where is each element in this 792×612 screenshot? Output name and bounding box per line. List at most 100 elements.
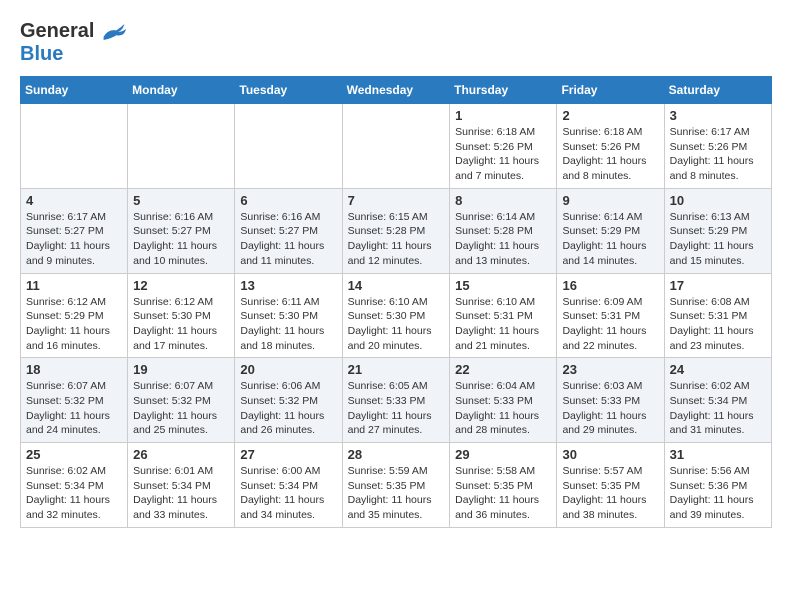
logo-text: General bbox=[20, 20, 126, 42]
column-header-thursday: Thursday bbox=[450, 77, 557, 104]
calendar-cell: 18Sunrise: 6:07 AM Sunset: 5:32 PM Dayli… bbox=[21, 358, 128, 443]
column-header-tuesday: Tuesday bbox=[235, 77, 342, 104]
day-number: 21 bbox=[348, 362, 445, 377]
day-info: Sunrise: 6:02 AM Sunset: 5:34 PM Dayligh… bbox=[26, 464, 122, 523]
day-info: Sunrise: 6:17 AM Sunset: 5:27 PM Dayligh… bbox=[26, 210, 122, 269]
calendar-cell: 11 Sunrise: 6:12 AM Sunset: 5:29 PM Dayli… bbox=[21, 273, 128, 358]
calendar-cell bbox=[128, 104, 235, 189]
day-number: 16 bbox=[562, 278, 658, 293]
day-info: Sunrise: 6:01 AM Sunset: 5:34 PM Dayligh… bbox=[133, 464, 229, 523]
calendar-cell bbox=[342, 104, 450, 189]
day-number: 1 bbox=[455, 108, 551, 123]
day-info: Sunrise: 6:07 AM Sunset: 5:32 PM Dayligh… bbox=[26, 379, 122, 438]
day-info: Sunrise: 6:11 AM Sunset: 5:30 PM Dayligh… bbox=[240, 295, 336, 354]
calendar-cell: 27 Sunrise: 6:00 AM Sunset: 5:34 PM Dayli… bbox=[235, 443, 342, 528]
day-info: Sunrise: 6:02 AM Sunset: 5:34 PM Dayligh… bbox=[670, 379, 766, 438]
day-number: 28 bbox=[348, 447, 445, 462]
day-number: 19 bbox=[133, 362, 229, 377]
day-number: 27 bbox=[240, 447, 336, 462]
calendar-cell bbox=[235, 104, 342, 189]
calendar-cell: 17 Sunrise: 6:08 AM Sunset: 5:31 PM Dayli… bbox=[664, 273, 771, 358]
day-number: 9 bbox=[562, 193, 658, 208]
calendar-cell: 1 Sunrise: 6:18 AM Sunset: 5:26 PM Daylig… bbox=[450, 104, 557, 189]
day-number: 30 bbox=[562, 447, 658, 462]
day-info: Sunrise: 6:17 AM Sunset: 5:26 PM Dayligh… bbox=[670, 125, 766, 184]
calendar-cell: 15 Sunrise: 6:10 AM Sunset: 5:31 PM Dayli… bbox=[450, 273, 557, 358]
column-header-sunday: Sunday bbox=[21, 77, 128, 104]
calendar-cell: 29 Sunrise: 5:58 AM Sunset: 5:35 PM Dayli… bbox=[450, 443, 557, 528]
day-info: Sunrise: 6:05 AM Sunset: 5:33 PM Dayligh… bbox=[348, 379, 445, 438]
day-number: 29 bbox=[455, 447, 551, 462]
calendar-cell: 30Sunrise: 5:57 AM Sunset: 5:35 PM Dayli… bbox=[557, 443, 664, 528]
calendar-cell: 3 Sunrise: 6:17 AM Sunset: 5:26 PM Daylig… bbox=[664, 104, 771, 189]
calendar-cell: 14 Sunrise: 6:10 AM Sunset: 5:30 PM Dayli… bbox=[342, 273, 450, 358]
logo-bird-icon bbox=[102, 22, 126, 42]
calendar-cell: 10 Sunrise: 6:13 AM Sunset: 5:29 PM Dayli… bbox=[664, 188, 771, 273]
day-number: 24 bbox=[670, 362, 766, 377]
day-number: 10 bbox=[670, 193, 766, 208]
calendar-cell: 23Sunrise: 6:03 AM Sunset: 5:33 PM Dayli… bbox=[557, 358, 664, 443]
logo-blue-text: Blue bbox=[20, 43, 63, 65]
day-info: Sunrise: 5:58 AM Sunset: 5:35 PM Dayligh… bbox=[455, 464, 551, 523]
day-number: 14 bbox=[348, 278, 445, 293]
day-info: Sunrise: 6:10 AM Sunset: 5:31 PM Dayligh… bbox=[455, 295, 551, 354]
day-info: Sunrise: 6:13 AM Sunset: 5:29 PM Dayligh… bbox=[670, 210, 766, 269]
calendar-cell: 13 Sunrise: 6:11 AM Sunset: 5:30 PM Dayli… bbox=[235, 273, 342, 358]
calendar-cell: 16 Sunrise: 6:09 AM Sunset: 5:31 PM Dayli… bbox=[557, 273, 664, 358]
day-number: 7 bbox=[348, 193, 445, 208]
day-info: Sunrise: 5:56 AM Sunset: 5:36 PM Dayligh… bbox=[670, 464, 766, 523]
day-number: 2 bbox=[562, 108, 658, 123]
day-number: 8 bbox=[455, 193, 551, 208]
day-number: 25 bbox=[26, 447, 122, 462]
calendar-cell: 31 Sunrise: 5:56 AM Sunset: 5:36 PM Dayli… bbox=[664, 443, 771, 528]
day-number: 20 bbox=[240, 362, 336, 377]
calendar-week-row: 4Sunrise: 6:17 AM Sunset: 5:27 PM Daylig… bbox=[21, 188, 772, 273]
day-info: Sunrise: 6:16 AM Sunset: 5:27 PM Dayligh… bbox=[133, 210, 229, 269]
column-header-friday: Friday bbox=[557, 77, 664, 104]
calendar-cell: 6 Sunrise: 6:16 AM Sunset: 5:27 PM Daylig… bbox=[235, 188, 342, 273]
calendar-cell: 22Sunrise: 6:04 AM Sunset: 5:33 PM Dayli… bbox=[450, 358, 557, 443]
day-info: Sunrise: 6:00 AM Sunset: 5:34 PM Dayligh… bbox=[240, 464, 336, 523]
day-info: Sunrise: 6:09 AM Sunset: 5:31 PM Dayligh… bbox=[562, 295, 658, 354]
day-info: Sunrise: 6:15 AM Sunset: 5:28 PM Dayligh… bbox=[348, 210, 445, 269]
day-info: Sunrise: 6:14 AM Sunset: 5:28 PM Dayligh… bbox=[455, 210, 551, 269]
day-info: Sunrise: 6:12 AM Sunset: 5:30 PM Dayligh… bbox=[133, 295, 229, 354]
day-info: Sunrise: 5:59 AM Sunset: 5:35 PM Dayligh… bbox=[348, 464, 445, 523]
day-number: 31 bbox=[670, 447, 766, 462]
day-number: 3 bbox=[670, 108, 766, 123]
day-number: 22 bbox=[455, 362, 551, 377]
day-number: 5 bbox=[133, 193, 229, 208]
calendar-table: SundayMondayTuesdayWednesdayThursdayFrid… bbox=[20, 76, 772, 528]
calendar-week-row: 18Sunrise: 6:07 AM Sunset: 5:32 PM Dayli… bbox=[21, 358, 772, 443]
day-info: Sunrise: 6:03 AM Sunset: 5:33 PM Dayligh… bbox=[562, 379, 658, 438]
calendar-week-row: 11 Sunrise: 6:12 AM Sunset: 5:29 PM Dayli… bbox=[21, 273, 772, 358]
day-info: Sunrise: 6:14 AM Sunset: 5:29 PM Dayligh… bbox=[562, 210, 658, 269]
calendar-week-row: 25 Sunrise: 6:02 AM Sunset: 5:34 PM Dayli… bbox=[21, 443, 772, 528]
day-number: 15 bbox=[455, 278, 551, 293]
calendar-cell: 24 Sunrise: 6:02 AM Sunset: 5:34 PM Dayli… bbox=[664, 358, 771, 443]
calendar-cell: 28 Sunrise: 5:59 AM Sunset: 5:35 PM Dayli… bbox=[342, 443, 450, 528]
day-number: 17 bbox=[670, 278, 766, 293]
day-info: Sunrise: 6:12 AM Sunset: 5:29 PM Dayligh… bbox=[26, 295, 122, 354]
logo: General Blue bbox=[20, 20, 126, 66]
day-number: 26 bbox=[133, 447, 229, 462]
calendar-week-row: 1 Sunrise: 6:18 AM Sunset: 5:26 PM Daylig… bbox=[21, 104, 772, 189]
day-info: Sunrise: 6:08 AM Sunset: 5:31 PM Dayligh… bbox=[670, 295, 766, 354]
calendar-cell: 9 Sunrise: 6:14 AM Sunset: 5:29 PM Daylig… bbox=[557, 188, 664, 273]
calendar-cell: 12Sunrise: 6:12 AM Sunset: 5:30 PM Dayli… bbox=[128, 273, 235, 358]
day-number: 11 bbox=[26, 278, 122, 293]
calendar-cell: 26 Sunrise: 6:01 AM Sunset: 5:34 PM Dayli… bbox=[128, 443, 235, 528]
day-info: Sunrise: 6:16 AM Sunset: 5:27 PM Dayligh… bbox=[240, 210, 336, 269]
column-header-wednesday: Wednesday bbox=[342, 77, 450, 104]
calendar-cell: 25 Sunrise: 6:02 AM Sunset: 5:34 PM Dayli… bbox=[21, 443, 128, 528]
column-header-saturday: Saturday bbox=[664, 77, 771, 104]
day-info: Sunrise: 6:10 AM Sunset: 5:30 PM Dayligh… bbox=[348, 295, 445, 354]
calendar-cell: 5 Sunrise: 6:16 AM Sunset: 5:27 PM Daylig… bbox=[128, 188, 235, 273]
day-info: Sunrise: 6:18 AM Sunset: 5:26 PM Dayligh… bbox=[455, 125, 551, 184]
day-info: Sunrise: 6:07 AM Sunset: 5:32 PM Dayligh… bbox=[133, 379, 229, 438]
day-number: 13 bbox=[240, 278, 336, 293]
calendar-cell bbox=[21, 104, 128, 189]
calendar-cell: 7 Sunrise: 6:15 AM Sunset: 5:28 PM Daylig… bbox=[342, 188, 450, 273]
page-header: General Blue bbox=[20, 20, 772, 66]
day-number: 6 bbox=[240, 193, 336, 208]
